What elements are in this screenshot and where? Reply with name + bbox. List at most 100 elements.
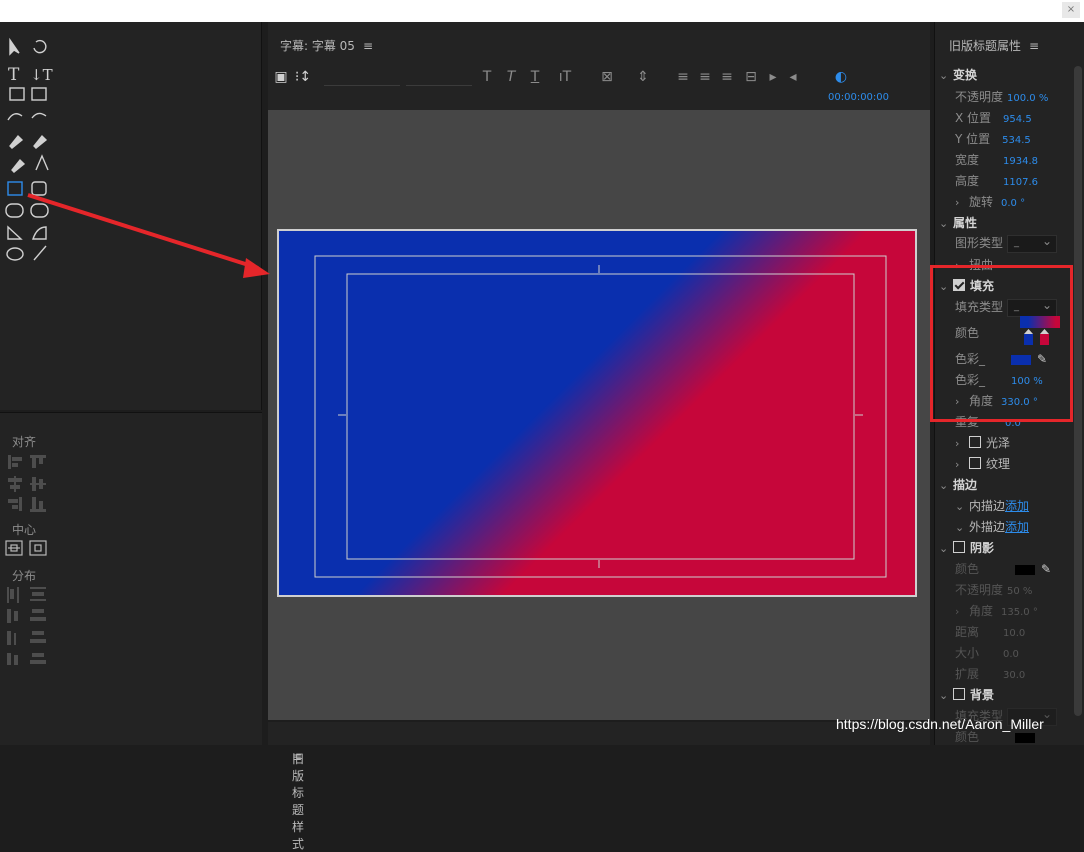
height-label: 高度 — [955, 174, 980, 188]
background-color-label: 颜色 — [955, 730, 980, 744]
align-center-text-icon[interactable]: ≡ — [696, 68, 714, 86]
chevron-down-icon: ⌄ — [939, 689, 949, 702]
width-value[interactable]: 1934.8 — [1003, 156, 1038, 167]
attributes-section[interactable]: ⌄ 属性 — [939, 214, 977, 231]
chevron-right-icon: › — [955, 196, 960, 209]
properties-menu-icon[interactable]: ≡ — [1029, 39, 1039, 53]
shadow-spread-value[interactable]: 30.0 — [1003, 670, 1025, 681]
eyedropper-icon[interactable]: ✎ — [1041, 562, 1051, 576]
shadow-checkbox[interactable] — [953, 541, 965, 553]
width-row: 宽度 1934.8 — [955, 151, 1038, 168]
shadow-color-swatch[interactable] — [1015, 564, 1036, 575]
title-styles-menu-icon[interactable]: ≡ — [292, 750, 302, 764]
strokes-section[interactable]: ⌄ 描边 — [939, 476, 977, 493]
width-label: 宽度 — [955, 153, 980, 167]
sheen-checkbox[interactable] — [969, 436, 981, 448]
chevron-right-icon: › — [955, 437, 960, 450]
title-panel-header: 字幕: 字幕 05 ≡ ▣ ⁝↕ T T T ıT ⊠ ⇕ ≡ ≡ ≡ ⊟ ▸ ◂… — [268, 22, 930, 110]
inner-stroke-label: 内描边 — [969, 499, 1006, 513]
chevron-down-icon: ⌄ — [939, 69, 949, 82]
rotation-row[interactable]: › 旋转 0.0 ° — [955, 193, 1025, 210]
title-styles-panel: 旧版标题样式 ≡ — [268, 722, 930, 851]
underline-icon[interactable]: T — [526, 68, 544, 86]
shadow-spread-row: 扩展 30.0 — [955, 665, 1025, 682]
distribute-top-icon[interactable] — [30, 587, 46, 589]
align-left-text-icon[interactable]: ≡ — [674, 68, 692, 86]
distribute-left-icon[interactable] — [7, 587, 9, 603]
y-position-label: Y 位置 — [955, 132, 991, 146]
background-label: 背景 — [970, 688, 995, 702]
x-position-row: X 位置 954.5 — [955, 109, 1032, 126]
shadow-opacity-label: 不透明度 — [955, 583, 1004, 597]
shadow-angle-value[interactable]: 135.0 ° — [1001, 607, 1038, 618]
kerning-icon[interactable]: ⊠ — [598, 68, 616, 86]
italic-icon[interactable]: T — [502, 68, 520, 86]
title-panel-menu-icon[interactable]: ≡ — [363, 39, 373, 53]
background-section[interactable]: ⌄ 背景 — [939, 686, 994, 703]
shadow-distance-row: 距离 10.0 — [955, 623, 1025, 640]
transform-label: 变换 — [953, 68, 978, 82]
show-video-back-icon[interactable]: ▸ — [764, 68, 782, 86]
properties-tab[interactable]: 旧版标题属性 ≡ — [949, 37, 1039, 54]
canvas-artwork — [277, 229, 917, 597]
add-inner-stroke-link[interactable]: 添加 — [1005, 499, 1029, 513]
distribute-label: 分布 — [12, 569, 37, 583]
outer-stroke-label: 外描边 — [969, 520, 1006, 534]
texture-row[interactable]: › 纹理 — [955, 455, 1010, 472]
x-position-value[interactable]: 954.5 — [1003, 114, 1032, 125]
show-video-fwd-icon[interactable]: ◂ — [784, 68, 802, 86]
texture-checkbox[interactable] — [969, 457, 981, 469]
background-checkbox[interactable] — [953, 688, 965, 700]
gradient-rectangle[interactable] — [277, 229, 917, 597]
transform-section[interactable]: ⌄ 变换 — [939, 66, 977, 83]
align-bottom-icon[interactable] — [30, 509, 46, 512]
align-right-icon[interactable] — [19, 497, 22, 511]
font-family-dropdown[interactable] — [324, 68, 400, 86]
add-outer-stroke-link[interactable]: 添加 — [1005, 520, 1029, 534]
distribute-right-icon[interactable] — [7, 631, 11, 645]
shadow-section[interactable]: ⌄ 阴影 — [939, 539, 994, 556]
shadow-size-value[interactable]: 0.0 — [1003, 649, 1019, 660]
align-left-icon[interactable] — [8, 455, 11, 469]
distribute-vcenter-icon[interactable] — [32, 609, 44, 613]
sheen-label: 光泽 — [986, 436, 1011, 450]
align-top-icon[interactable] — [30, 455, 46, 458]
distribute-hspace-icon[interactable] — [7, 653, 11, 665]
shadow-angle-row[interactable]: › 角度 135.0 ° — [955, 602, 1038, 619]
y-position-value[interactable]: 534.5 — [1002, 135, 1031, 146]
chevron-down-icon: ⌄ — [939, 479, 949, 492]
distribute-vspace-icon[interactable] — [32, 653, 44, 657]
bold-icon[interactable]: T — [478, 68, 496, 86]
leading-icon[interactable]: ⇕ — [634, 68, 652, 86]
opacity-label: 不透明度 — [955, 90, 1004, 104]
shadow-distance-label: 距离 — [955, 625, 980, 639]
font-style-dropdown[interactable] — [406, 68, 472, 86]
close-button[interactable]: × — [1062, 2, 1080, 18]
fill-highlight-box — [930, 265, 1073, 422]
graphic-type-dropdown[interactable]: _ — [1007, 234, 1058, 253]
distribute-bottom-icon[interactable] — [32, 631, 44, 635]
show-background-video-icon[interactable]: ◐ — [832, 68, 850, 86]
texture-label: 纹理 — [986, 457, 1011, 471]
rotation-value[interactable]: 0.0 ° — [1001, 198, 1025, 209]
distribute-hcenter-icon[interactable] — [7, 609, 11, 623]
align-right-text-icon[interactable]: ≡ — [718, 68, 736, 86]
sheen-row[interactable]: › 光泽 — [955, 434, 1010, 451]
title-canvas[interactable] — [268, 110, 930, 720]
shadow-spread-label: 扩展 — [955, 667, 980, 681]
chevron-down-icon: ⌄ — [955, 500, 965, 513]
chevron-down-icon: ⌄ — [939, 542, 949, 555]
properties-scrollbar[interactable] — [1074, 66, 1082, 716]
chevron-right-icon: › — [955, 605, 960, 618]
font-size-icon[interactable]: ıT — [556, 68, 574, 86]
distribute-icons — [7, 587, 46, 665]
shadow-opacity-value[interactable]: 50 % — [1007, 586, 1032, 597]
opacity-value[interactable]: 100.0 % — [1007, 93, 1048, 104]
shadow-distance-value[interactable]: 10.0 — [1003, 628, 1025, 639]
background-color-swatch[interactable] — [1015, 732, 1036, 743]
timecode[interactable]: 00:00:00:00 — [828, 92, 889, 103]
chevron-down-icon: ⌄ — [939, 217, 949, 230]
height-value[interactable]: 1107.6 — [1003, 177, 1038, 188]
tab-ruler-icon[interactable]: ⊟ — [742, 68, 760, 86]
center-vertical-icon[interactable] — [29, 540, 47, 556]
